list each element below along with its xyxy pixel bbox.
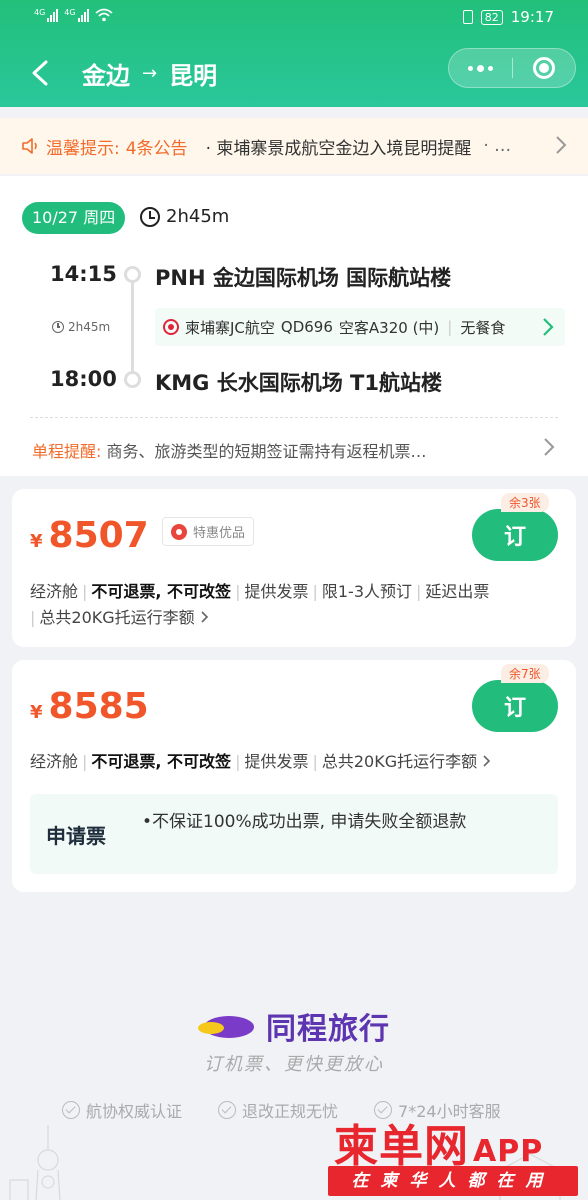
brand-name: 同程旅行 — [266, 1012, 390, 1047]
fare-tag: 经济舱 — [30, 752, 79, 771]
price-offer-card[interactable]: ¥ 8585 订 余7张 经济舱 | 不可退票, 不可改签 | 提供发票 | 总共20KG托… — [12, 660, 576, 892]
book-button[interactable]: 订 — [472, 509, 558, 561]
back-icon[interactable] — [26, 56, 54, 90]
promo-icon — [171, 523, 187, 540]
battery-icon: 82 — [480, 9, 503, 25]
fare-tag: 总共20KG托运行李额 — [39, 608, 195, 627]
price-amount: 8585 — [48, 686, 149, 727]
arrival-time: 18:00 — [50, 367, 117, 391]
clock-icon — [140, 206, 160, 227]
segment-duration: 2h45m — [52, 320, 110, 334]
clock-icon — [52, 321, 64, 333]
fare-tag: 不可退票, 不可改签 — [91, 752, 232, 771]
fare-tag: 限1-3人预订 — [321, 582, 412, 601]
divider — [30, 417, 558, 418]
brand-slogan: 订机票、更快更放心 — [204, 1054, 384, 1075]
notice-text: · 柬埔寨景成航空金边入境昆明提醒 — [205, 138, 472, 159]
currency-symbol: ¥ — [30, 531, 43, 552]
watermark-logo: 柬单网 APP — [334, 1121, 544, 1172]
target-icon — [532, 57, 555, 79]
currency-symbol: ¥ — [30, 702, 43, 723]
fare-tags: 经济舱 | 不可退票, 不可改签 | 提供发票 | 限1-3人预订 | 延迟出票 — [30, 582, 490, 601]
mini-program-capsule — [448, 48, 576, 88]
chevron-right-icon — [543, 318, 554, 336]
airline-info[interactable]: 柬埔寨JC航空 QD696 空客A320 (中) | 无餐食 — [155, 308, 565, 346]
oneway-label: 单程提醒: — [32, 442, 102, 461]
airline-logo-icon — [163, 319, 179, 335]
fare-tag: 提供发票 — [244, 752, 309, 771]
promo-badge: 特惠优品 — [162, 517, 255, 546]
airline-name: 柬埔寨JC航空 — [185, 318, 275, 337]
chevron-right-icon — [544, 438, 555, 456]
destination-city: 昆明 — [169, 62, 218, 90]
brand-logo: 同程旅行 — [198, 1004, 390, 1048]
header: 4G 4G 82 19:17 金边 → 昆明 — [0, 0, 588, 107]
apply-ticket-text: •不保证100%成功出票, 申请失败全额退款 — [142, 812, 467, 832]
notice-bar[interactable]: 温馨提示: 4条公告 · 柬埔寨景成航空金边入境昆明提醒 · … — [0, 118, 588, 174]
segment-duration-text: 2h45m — [68, 320, 111, 334]
fare-tag: 总共20KG托运行李额 — [321, 752, 478, 771]
origin-city: 金边 — [82, 62, 130, 90]
arrival-airport: KMG 长水国际机场 T1航站楼 — [155, 371, 442, 395]
fare-tag: 经济舱 — [30, 582, 79, 601]
notice-count: 4条公告 — [125, 138, 188, 159]
speaker-icon — [22, 138, 37, 154]
flight-date-badge: 10/27 周四 — [22, 202, 126, 234]
price: ¥ 8507 — [30, 515, 149, 556]
flight-number: QD696 — [280, 318, 333, 336]
notice-label: 温馨提示: — [46, 138, 120, 159]
route-arrow: → — [142, 63, 158, 84]
fare-tags[interactable]: 经济舱 | 不可退票, 不可改签 | 提供发票 | 总共20KG托运行李额 — [30, 749, 492, 775]
oneway-text: 商务、旅游类型的短期签证需持有返程机票… — [106, 442, 427, 461]
fare-tag: 延迟出票 — [425, 582, 490, 601]
remaining-seats-badge: 余7张 — [501, 664, 549, 683]
chevron-right-icon — [201, 611, 208, 623]
chevron-right-icon — [556, 136, 567, 154]
status-bar: 4G 4G 82 19:17 — [0, 0, 588, 34]
departure-time: 14:15 — [50, 262, 117, 286]
wifi-icon — [95, 8, 113, 22]
certification-text: 退改正规无忧 — [242, 1102, 339, 1121]
more-button[interactable] — [449, 49, 512, 87]
remaining-seats-badge: 余3张 — [501, 493, 549, 512]
certification-item: 航协权威认证 — [62, 1098, 182, 1122]
promo-text: 特惠优品 — [193, 526, 246, 541]
route-title: 金边 → 昆明 — [82, 56, 217, 91]
tongcheng-logo-icon — [198, 1010, 260, 1042]
aircraft-type: 空客A320 (中) — [338, 318, 440, 337]
price-offer-card[interactable]: ¥ 8507 特惠优品 订 余3张 经济舱 | 不可退票, 不可改签 | 提供发票 | 限1… — [12, 489, 576, 647]
watermark: 柬单网 APP 在柬华人都在用 — [328, 1110, 584, 1200]
timeline-line — [131, 282, 134, 372]
more-dots-icon — [467, 64, 493, 72]
check-circle-icon — [218, 1101, 237, 1119]
certification-text: 航协权威认证 — [86, 1102, 183, 1121]
flight-duration: 2h45m — [140, 206, 229, 227]
vibrate-icon — [462, 10, 473, 24]
signal-icon: 4G — [64, 8, 89, 22]
signal-icon: 4G — [34, 8, 59, 22]
flight-info-card: 10/27 周四 2h45m 14:15 PNH 金边国际机场 国际航站楼 2h… — [0, 176, 588, 476]
clock-time: 19:17 — [510, 8, 554, 26]
price-amount: 8507 — [48, 515, 149, 556]
apply-ticket-label: 申请票 — [46, 824, 106, 848]
meal-info: 无餐食 — [460, 318, 506, 337]
fare-tags[interactable]: | 总共20KG托运行李额 — [30, 605, 210, 631]
fare-tag: 不可退票, 不可改签 — [91, 582, 232, 601]
fare-tag: 提供发票 — [244, 582, 309, 601]
book-button[interactable]: 订 — [472, 680, 558, 732]
close-capsule-button[interactable] — [513, 49, 576, 87]
check-circle-icon — [62, 1101, 80, 1119]
chevron-right-icon — [483, 755, 491, 767]
oneway-reminder[interactable]: 单程提醒: 商务、旅游类型的短期签证需持有返程机票… — [32, 438, 427, 462]
notice-more: · … — [483, 136, 512, 156]
arrival-node — [124, 371, 141, 388]
departure-node — [124, 266, 141, 283]
apply-ticket-box: 申请票 •不保证100%成功出票, 申请失败全额退款 — [30, 794, 558, 874]
certification-item: 退改正规无忧 — [218, 1098, 338, 1122]
departure-airport: PNH 金边国际机场 国际航站楼 — [155, 266, 452, 290]
price: ¥ 8585 — [30, 686, 149, 727]
duration-text: 2h45m — [166, 206, 230, 227]
watermark-slogan: 在柬华人都在用 — [328, 1166, 578, 1196]
